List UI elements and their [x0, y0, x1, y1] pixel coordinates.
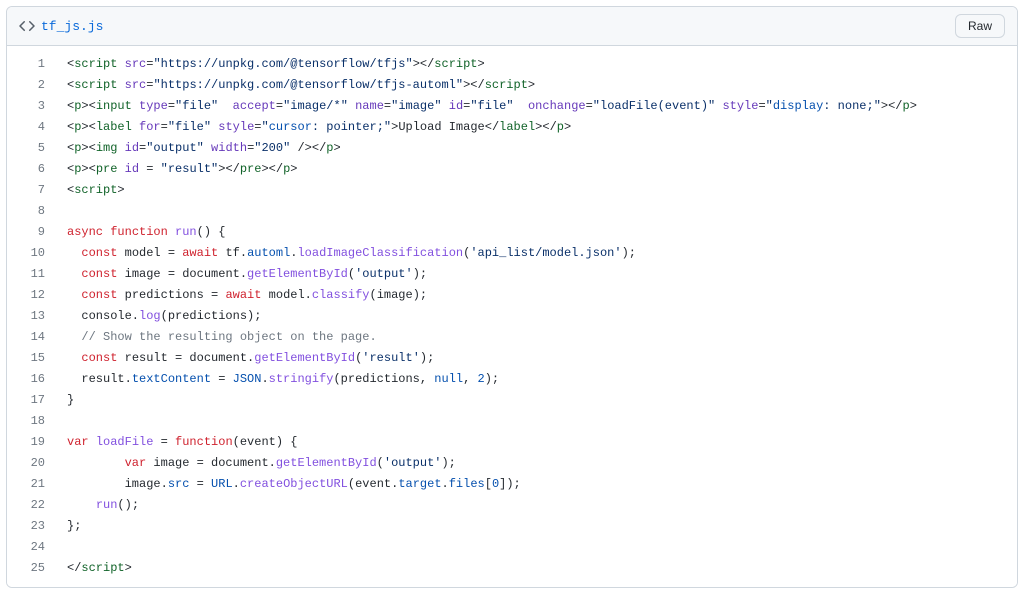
- line-number[interactable]: 23: [7, 516, 57, 537]
- line-number[interactable]: 22: [7, 495, 57, 516]
- code-line: [57, 411, 1017, 432]
- line-number[interactable]: 17: [7, 390, 57, 411]
- file-name-link[interactable]: tf_js.js: [41, 19, 103, 34]
- code-line: </script>: [57, 558, 1017, 579]
- code-area: 1234567891011121314151617181920212223242…: [7, 46, 1017, 587]
- line-number[interactable]: 12: [7, 285, 57, 306]
- code-line: const model = await tf.automl.loadImageC…: [57, 243, 1017, 264]
- code-line: result.textContent = JSON.stringify(pred…: [57, 369, 1017, 390]
- code-line: };: [57, 516, 1017, 537]
- code-content[interactable]: <script src="https://unpkg.com/@tensorfl…: [57, 46, 1017, 587]
- code-line: <p><label for="file" style="cursor: poin…: [57, 117, 1017, 138]
- line-number[interactable]: 18: [7, 411, 57, 432]
- line-number[interactable]: 9: [7, 222, 57, 243]
- line-number[interactable]: 2: [7, 75, 57, 96]
- line-number[interactable]: 13: [7, 306, 57, 327]
- line-number[interactable]: 21: [7, 474, 57, 495]
- line-number[interactable]: 25: [7, 558, 57, 579]
- code-line: async function run() {: [57, 222, 1017, 243]
- line-number[interactable]: 14: [7, 327, 57, 348]
- raw-button[interactable]: Raw: [955, 14, 1005, 38]
- line-number[interactable]: 3: [7, 96, 57, 117]
- code-line: <p><img id="output" width="200" /></p>: [57, 138, 1017, 159]
- line-number[interactable]: 10: [7, 243, 57, 264]
- file-header-left: tf_js.js: [19, 18, 103, 34]
- code-line: <script>: [57, 180, 1017, 201]
- line-number[interactable]: 20: [7, 453, 57, 474]
- line-number[interactable]: 24: [7, 537, 57, 558]
- code-line: }: [57, 390, 1017, 411]
- code-line: var loadFile = function(event) {: [57, 432, 1017, 453]
- file-box: tf_js.js Raw 123456789101112131415161718…: [6, 6, 1018, 588]
- code-line: const result = document.getElementById('…: [57, 348, 1017, 369]
- file-header: tf_js.js Raw: [7, 7, 1017, 46]
- line-number[interactable]: 19: [7, 432, 57, 453]
- code-line: [57, 537, 1017, 558]
- code-line: <script src="https://unpkg.com/@tensorfl…: [57, 54, 1017, 75]
- code-line: image.src = URL.createObjectURL(event.ta…: [57, 474, 1017, 495]
- code-line: // Show the resulting object on the page…: [57, 327, 1017, 348]
- line-number[interactable]: 6: [7, 159, 57, 180]
- line-number[interactable]: 11: [7, 264, 57, 285]
- line-number[interactable]: 1: [7, 54, 57, 75]
- code-line: <p><input type="file" accept="image/*" n…: [57, 96, 1017, 117]
- code-line: run();: [57, 495, 1017, 516]
- code-line: [57, 201, 1017, 222]
- line-number[interactable]: 16: [7, 369, 57, 390]
- line-number[interactable]: 15: [7, 348, 57, 369]
- line-number[interactable]: 8: [7, 201, 57, 222]
- code-line: <script src="https://unpkg.com/@tensorfl…: [57, 75, 1017, 96]
- code-line: const image = document.getElementById('o…: [57, 264, 1017, 285]
- line-number-gutter: 1234567891011121314151617181920212223242…: [7, 46, 57, 587]
- code-line: const predictions = await model.classify…: [57, 285, 1017, 306]
- line-number[interactable]: 4: [7, 117, 57, 138]
- code-line: var image = document.getElementById('out…: [57, 453, 1017, 474]
- line-number[interactable]: 7: [7, 180, 57, 201]
- code-file-icon: [19, 18, 35, 34]
- code-line: <p><pre id = "result"></pre></p>: [57, 159, 1017, 180]
- code-line: console.log(predictions);: [57, 306, 1017, 327]
- line-number[interactable]: 5: [7, 138, 57, 159]
